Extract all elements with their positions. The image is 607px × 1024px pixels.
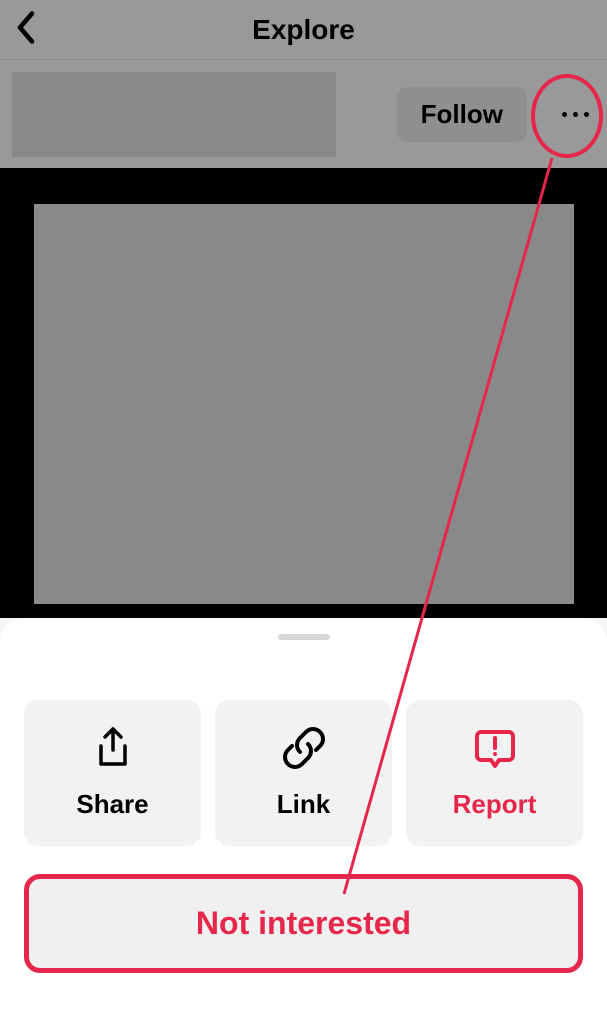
follow-button[interactable]: Follow bbox=[397, 87, 527, 142]
content-image-placeholder bbox=[34, 204, 574, 604]
page-title: Explore bbox=[252, 14, 355, 46]
share-button[interactable]: Share bbox=[24, 700, 201, 846]
profile-placeholder bbox=[12, 72, 336, 157]
share-icon bbox=[92, 726, 134, 775]
link-icon bbox=[282, 726, 326, 775]
share-label: Share bbox=[76, 789, 148, 820]
report-button[interactable]: Report bbox=[406, 700, 583, 846]
link-label: Link bbox=[277, 789, 330, 820]
profile-row: Follow bbox=[0, 60, 607, 168]
not-interested-button[interactable]: Not interested bbox=[24, 874, 583, 973]
report-label: Report bbox=[453, 789, 537, 820]
sheet-grabber[interactable] bbox=[278, 634, 330, 640]
link-button[interactable]: Link bbox=[215, 700, 392, 846]
action-row: Share Link Report bbox=[24, 700, 583, 846]
back-chevron-icon[interactable] bbox=[14, 9, 36, 50]
header-bar: Explore bbox=[0, 0, 607, 60]
more-options-icon[interactable] bbox=[562, 112, 589, 117]
report-icon bbox=[473, 726, 517, 775]
content-area bbox=[0, 168, 607, 618]
action-sheet: Share Link Report Not interested bbox=[0, 618, 607, 1024]
